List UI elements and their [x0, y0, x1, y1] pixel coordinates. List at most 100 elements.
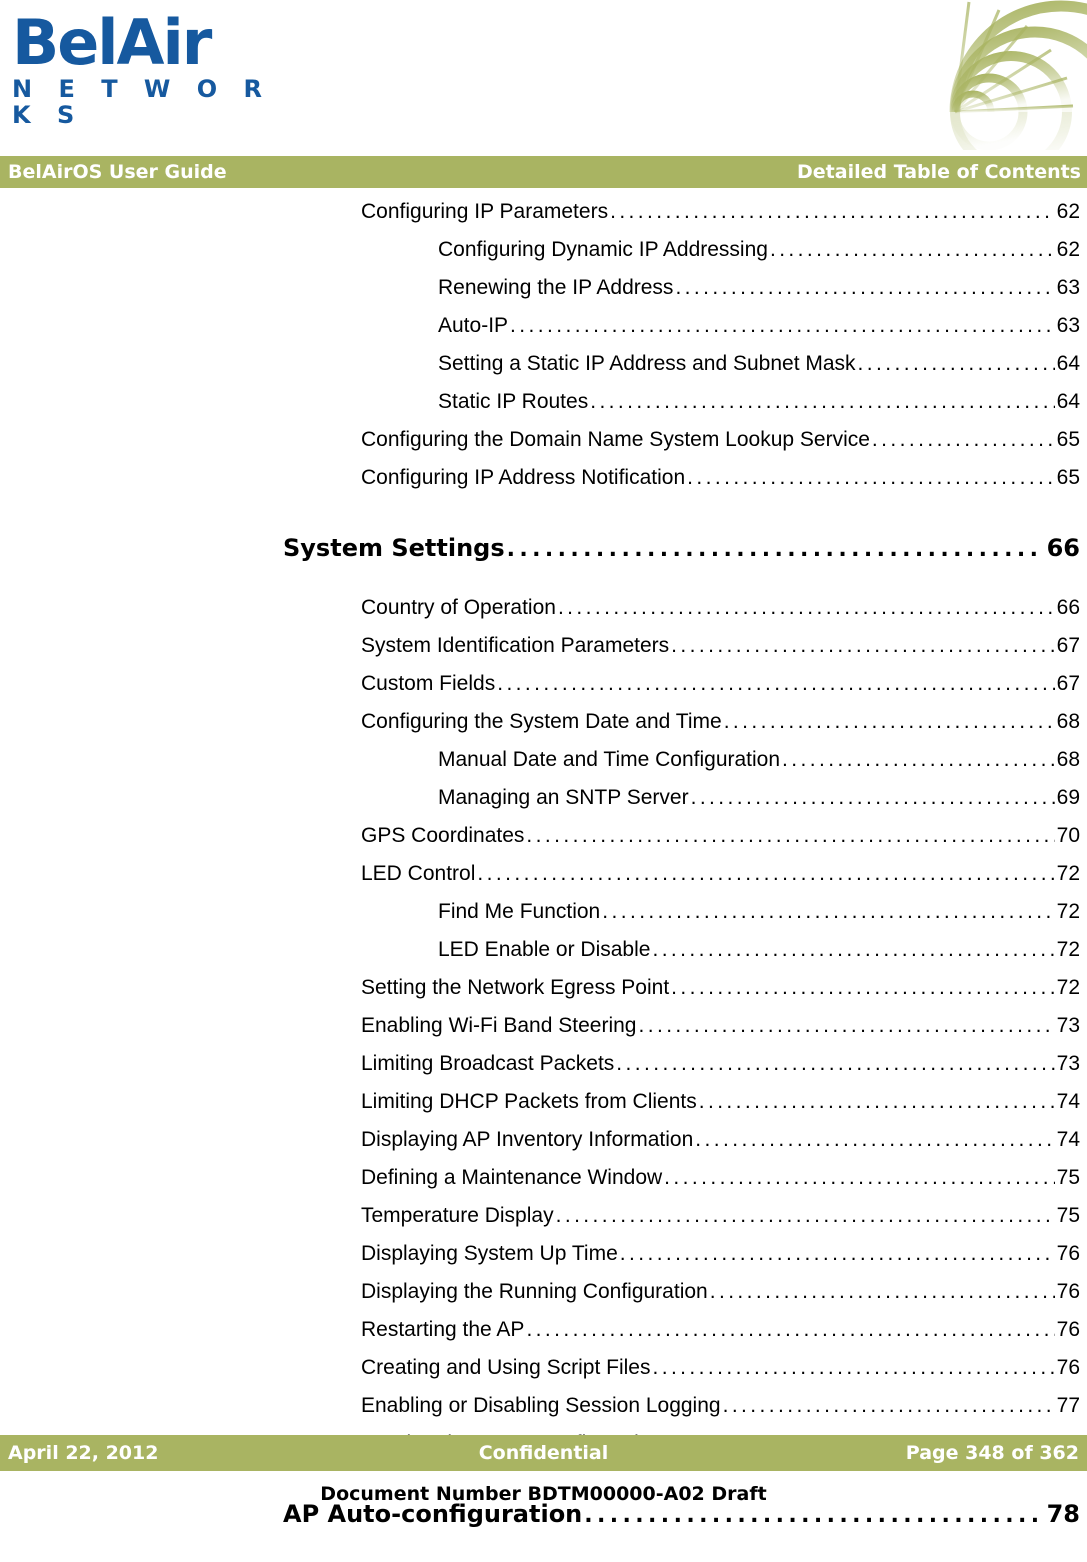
toc-entry[interactable]: Auto-IP.................................…	[0, 314, 1087, 352]
toc-entry[interactable]: Country of Operation....................…	[0, 596, 1087, 634]
toc-entry-label: Displaying AP Inventory Information	[361, 1128, 694, 1151]
toc-entry[interactable]: Temperature Display.....................…	[0, 1204, 1087, 1242]
toc-section-gap	[0, 1544, 1087, 1562]
toc-dot-leader: ........................................…	[619, 1242, 1055, 1265]
toc-entry-page: 62	[1056, 238, 1080, 261]
toc-dot-leader: ........................................…	[526, 1318, 1054, 1341]
toc-entry-page: 66	[1046, 534, 1080, 562]
toc-dot-leader: ........................................…	[506, 537, 1039, 562]
toc-entry[interactable]: System Identification Parameters........…	[0, 634, 1087, 672]
toc-entry[interactable]: Limiting DHCP Packets from Clients......…	[0, 1090, 1087, 1128]
toc-dot-leader: ........................................…	[671, 976, 1054, 999]
toc-dot-leader: ........................................…	[616, 1052, 1054, 1075]
toc-entry-label: Setting a Static IP Address and Subnet M…	[438, 352, 856, 375]
toc-entry-label: Enabling Wi-Fi Band Steering	[361, 1014, 637, 1037]
toc-entry-label: Managing an SNTP Server	[438, 786, 689, 809]
toc-dot-leader: ........................................…	[602, 900, 1055, 923]
toc-dot-leader: ........................................…	[652, 938, 1054, 961]
toc-entry-label: Limiting DHCP Packets from Clients	[361, 1090, 697, 1113]
toc-entry-page: 66	[1056, 596, 1080, 619]
toc-entry-page: 68	[1056, 748, 1080, 771]
toc-section-gap	[0, 578, 1087, 596]
toc-section-entry[interactable]: AP Auto-configuration...................…	[0, 1500, 1087, 1544]
toc-entry[interactable]: Find Me Function........................…	[0, 900, 1087, 938]
toc-entry[interactable]: Configuring the Domain Name System Looku…	[0, 428, 1087, 466]
toc-dot-leader: ........................................…	[709, 1280, 1055, 1303]
toc-entry[interactable]: Enabling or Disabling Session Logging...…	[0, 1394, 1087, 1432]
toc-dot-leader: ........................................…	[690, 786, 1055, 809]
toc-entry-page: 62	[1056, 200, 1080, 223]
toc-entry-label: Country of Operation	[361, 596, 556, 619]
toc-entry-page: 76	[1056, 1356, 1080, 1379]
toc-entry-page: 73	[1056, 1052, 1080, 1075]
toc-entry[interactable]: Enabling Wi-Fi Band Steering............…	[0, 1014, 1087, 1052]
toc-entry-page: 75	[1056, 1204, 1080, 1227]
toc-entry-page: 76	[1056, 1242, 1080, 1265]
footer-page-number: Page 348 of 362	[905, 1442, 1079, 1464]
belair-networks-logo: BelAir N E T W O R K S	[12, 6, 272, 129]
toc-entry-label: Manual Date and Time Configuration	[438, 748, 781, 771]
toc-dot-leader: ........................................…	[584, 1503, 1038, 1528]
toc-entry[interactable]: Restarting the AP.......................…	[0, 1318, 1087, 1356]
toc-entry[interactable]: GPS Coordinates.........................…	[0, 824, 1087, 862]
toc-entry[interactable]: LED Control.............................…	[0, 862, 1087, 900]
toc-entry-label: Configuring the System Date and Time	[361, 710, 722, 733]
toc-dot-leader: ........................................…	[671, 634, 1055, 657]
toc-entry[interactable]: Configuring IP Parameters...............…	[0, 200, 1087, 238]
toc-dot-leader: ........................................…	[590, 390, 1054, 413]
toc-entry-label: Find Me Function	[438, 900, 601, 923]
toc-dot-leader: ........................................…	[477, 862, 1054, 885]
toc-entry[interactable]: Manual Date and Time Configuration......…	[0, 748, 1087, 786]
toc-entry-label: Configuring IP Address Notification	[361, 466, 686, 489]
toc-entry-page: 63	[1056, 314, 1080, 337]
toc-entry-page: 72	[1056, 938, 1080, 961]
toc-section-entry[interactable]: System Settings.........................…	[0, 534, 1087, 578]
toc-entry[interactable]: Configuring IP Address Notification.....…	[0, 466, 1087, 504]
toc-dot-leader: ........................................…	[664, 1166, 1054, 1189]
toc-entry[interactable]: Limiting Broadcast Packets..............…	[0, 1052, 1087, 1090]
toc-entry[interactable]: Custom Fields...........................…	[0, 672, 1087, 710]
toc-entry[interactable]: Configuring Dynamic IP Addressing.......…	[0, 238, 1087, 276]
toc-entry[interactable]: Displaying the Running Configuration....…	[0, 1280, 1087, 1318]
toc-entry-page: 76	[1056, 1280, 1080, 1303]
toc-entry[interactable]: Displaying AP Inventory Information.....…	[0, 1128, 1087, 1166]
toc-dot-leader: ........................................…	[723, 710, 1055, 733]
logo-wordmark: BelAir	[12, 6, 212, 79]
toc-entry-label: GPS Coordinates	[361, 824, 525, 847]
toc-entry-label: Configuring the Domain Name System Looku…	[361, 428, 870, 451]
toc-entry-page: 63	[1056, 276, 1080, 299]
toc-entry-page: 72	[1056, 900, 1080, 923]
toc-dot-leader: ........................................…	[652, 1356, 1054, 1379]
toc-entry[interactable]: Setting a Static IP Address and Subnet M…	[0, 352, 1087, 390]
toc-dot-leader: ........................................…	[722, 1394, 1055, 1417]
page-masthead: BelAir N E T W O R K S	[0, 0, 1087, 155]
toc-entry-page: 77	[1056, 1394, 1080, 1417]
toc-entry[interactable]: Static IP Routes........................…	[0, 390, 1087, 428]
toc-section-spacer	[0, 504, 1087, 534]
toc-entry[interactable]: Configuring the System Date and Time....…	[0, 710, 1087, 748]
toc-dot-leader: ........................................…	[497, 672, 1054, 695]
toc-entry[interactable]: Defining a Maintenance Window...........…	[0, 1166, 1087, 1204]
radiating-waves-decoration-icon	[947, 0, 1087, 150]
toc-entry-label: Defining a Maintenance Window	[361, 1166, 663, 1189]
toc-entry-label: Temperature Display	[361, 1204, 554, 1227]
toc-entry-label: Custom Fields	[361, 672, 496, 695]
toc-entry[interactable]: LED Enable or Disable...................…	[0, 938, 1087, 976]
toc-entry[interactable]: Renewing the IP Address.................…	[0, 276, 1087, 314]
toc-entry[interactable]: Displaying System Up Time...............…	[0, 1242, 1087, 1280]
toc-dot-leader: ........................................…	[610, 200, 1055, 223]
toc-entry-label: Static IP Routes	[438, 390, 589, 413]
toc-entry-label: Restarting the AP	[361, 1318, 525, 1341]
toc-dot-leader: ........................................…	[698, 1090, 1055, 1113]
toc-dot-leader: ........................................…	[857, 352, 1055, 375]
toc-entry[interactable]: Creating and Using Script Files.........…	[0, 1356, 1087, 1394]
toc-entry-label: System Identification Parameters	[361, 634, 670, 657]
toc-dot-leader: ........................................…	[782, 748, 1055, 771]
toc-entry-label: Auto-IP	[438, 314, 509, 337]
toc-entry[interactable]: Setting the Network Egress Point........…	[0, 976, 1087, 1014]
toc-entry[interactable]: Managing an SNTP Server.................…	[0, 786, 1087, 824]
toc-entry-page: 74	[1056, 1090, 1080, 1113]
toc-entry-label: Setting the Network Egress Point	[361, 976, 670, 999]
toc-entry-label: Enabling or Disabling Session Logging	[361, 1394, 721, 1417]
toc-entry-label: Displaying the Running Configuration	[361, 1280, 708, 1303]
